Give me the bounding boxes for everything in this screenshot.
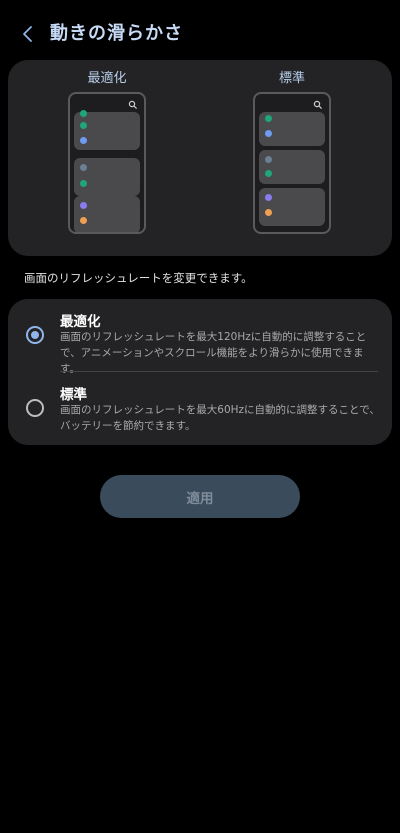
header-bar: 動きの滑らかさ (0, 0, 400, 68)
list-dot (80, 137, 87, 144)
page-title: 動きの滑らかさ (50, 23, 183, 44)
list-dot (80, 164, 87, 171)
phone-list-card (259, 112, 325, 146)
list-dot (80, 122, 87, 129)
list-dot (265, 209, 272, 216)
list-dot (80, 217, 87, 224)
preview-card: 最適化 標準 (8, 60, 392, 256)
list-dot (265, 115, 272, 122)
list-dot (265, 130, 272, 137)
list-dot (265, 194, 272, 201)
option-standard-description: 画面のリフレッシュレートを最大60Hzに自動的に調整することで、バッテリーを節約… (60, 404, 380, 432)
list-dot (80, 180, 87, 187)
list-dot (80, 202, 87, 209)
phone-list-card (259, 150, 325, 184)
apply-button[interactable]: 適用 (100, 475, 300, 518)
phone-list-card (259, 188, 325, 226)
preview-standard: 標準 (222, 60, 362, 256)
list-dot (265, 170, 272, 177)
radio-button-optimized[interactable] (26, 326, 44, 344)
radio-button-standard[interactable] (26, 399, 44, 417)
refresh-rate-description: 画面のリフレッシュレートを変更できます。 (24, 271, 253, 285)
phone-list-card (74, 196, 140, 232)
list-dot (80, 110, 87, 117)
phone-list-card (74, 158, 140, 196)
search-icon (128, 100, 138, 110)
refresh-rate-options: 最適化 画面のリフレッシュレートを最大120Hzに自動的に調整することで、アニメ… (8, 299, 392, 445)
option-optimized[interactable]: 最適化 画面のリフレッシュレートを最大120Hzに自動的に調整することで、アニメ… (8, 299, 392, 375)
option-standard[interactable]: 標準 画面のリフレッシュレートを最大60Hzに自動的に調整することで、バッテリー… (8, 372, 392, 444)
option-optimized-description: 画面のリフレッシュレートを最大120Hzに自動的に調整することで、アニメーション… (60, 331, 367, 375)
phone-mockup-standard (253, 92, 331, 234)
preview-optimized-label: 最適化 (87, 71, 127, 86)
preview-optimized: 最適化 (37, 60, 177, 256)
list-dot (265, 156, 272, 163)
search-icon (313, 100, 323, 110)
preview-standard-label: 標準 (278, 71, 305, 86)
phone-mockup-optimized (68, 92, 146, 234)
chevron-left-icon (23, 26, 32, 42)
phone-list-card (74, 110, 140, 150)
back-button[interactable] (14, 20, 42, 48)
